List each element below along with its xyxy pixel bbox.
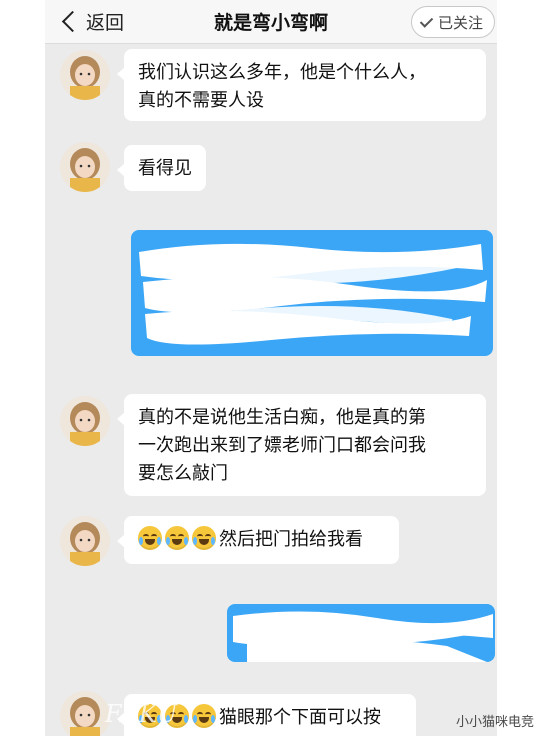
watermark: 小小猫咪电竞 — [455, 715, 534, 730]
follow-button[interactable]: 已关注 — [411, 6, 495, 38]
avatar[interactable] — [60, 396, 110, 446]
chevron-left-icon — [61, 10, 84, 32]
redaction-scribble — [233, 611, 493, 662]
message-text: 然后把门拍给我看 — [219, 529, 363, 550]
message-bubble: 真的不是说他生活白痴，他是真的第 一次跑出来到了嫖老师门口都会问我 要怎么敲门 — [117, 394, 486, 496]
avatar-photo-icon — [60, 142, 110, 192]
message-bubble: 看得见 — [117, 145, 206, 191]
sent-message-bubble — [227, 604, 495, 662]
back-button[interactable]: 返回 — [59, 8, 124, 34]
avatar-photo-icon — [60, 50, 110, 100]
avatar[interactable] — [60, 142, 110, 192]
sent-message-bubble — [131, 230, 493, 356]
avatar[interactable] — [60, 50, 110, 100]
avatar-photo-icon — [60, 396, 110, 446]
avatar-photo-icon — [60, 691, 110, 736]
message-text: 猫眼那个下面可以按 — [219, 707, 381, 728]
checkmark-icon — [419, 13, 434, 28]
top-bar: 返回 就是弯小弯啊 已关注 — [45, 0, 497, 44]
crying-laughing-face-icon — [192, 526, 216, 550]
chat-screen: 返回 就是弯小弯啊 已关注 我们认识这么多年，他是个什么人， 真的不需要人设 看… — [45, 0, 497, 736]
avatar[interactable] — [60, 516, 110, 566]
crying-laughing-face-icon — [192, 704, 216, 728]
redaction-scribble — [139, 243, 487, 345]
avatar[interactable] — [60, 691, 110, 736]
crying-laughing-face-icon — [138, 526, 162, 550]
avatar-photo-icon — [60, 516, 110, 566]
back-label: 返回 — [86, 11, 125, 34]
message-bubble: 然后把门拍给我看 — [117, 516, 399, 564]
follow-label: 已关注 — [437, 13, 483, 32]
crying-laughing-face-icon — [165, 526, 189, 550]
overlay-watermark: FAKU — [105, 700, 179, 728]
message-bubble: 我们认识这么多年，他是个什么人， 真的不需要人设 — [117, 49, 486, 121]
